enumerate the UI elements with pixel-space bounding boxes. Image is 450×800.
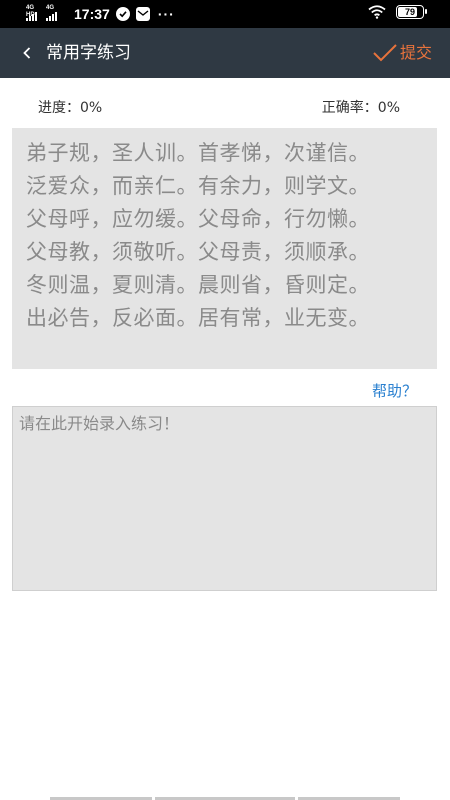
status-right: 79 bbox=[368, 5, 427, 19]
app-bar: 常用字练习 提交 bbox=[0, 28, 450, 78]
network-label-2: 4G bbox=[46, 5, 55, 11]
passage-line: 父母教，须敬听。父母责，须顺承。 bbox=[26, 240, 370, 264]
practice-passage: 弟子规，圣人训。首孝悌，次谨信。 泛爱众，而亲仁。有余力，则学文。 父母呼，应勿… bbox=[12, 128, 437, 369]
status-bar: 4G HD 4G 17:37 ··· 79 bbox=[0, 0, 450, 28]
more-notifications-icon: ··· bbox=[157, 6, 175, 22]
page-title: 常用字练习 bbox=[46, 43, 131, 63]
passage-line: 父母呼，应勿缓。父母命，行勿懒。 bbox=[26, 207, 370, 231]
chevron-left-icon bbox=[23, 47, 31, 59]
signal-icon-2: 4G bbox=[46, 5, 64, 21]
status-time: 17:37 bbox=[74, 6, 110, 22]
check-badge-icon bbox=[115, 7, 130, 21]
battery-level: 79 bbox=[404, 7, 415, 17]
help-link[interactable]: 帮助？ bbox=[372, 381, 417, 401]
back-button[interactable] bbox=[14, 40, 40, 66]
passage-line: 弟子规，圣人训。首孝悌，次谨信。 bbox=[26, 141, 370, 165]
progress-stat: 进度：0% bbox=[38, 98, 102, 118]
mail-icon bbox=[135, 7, 150, 21]
progress-value: 0% bbox=[80, 100, 103, 116]
accuracy-label: 正确率： bbox=[321, 100, 378, 116]
battery-icon: 79 bbox=[396, 5, 427, 19]
practice-input[interactable] bbox=[12, 406, 437, 591]
accuracy-value: 0% bbox=[377, 100, 400, 116]
status-left: 4G HD 4G 17:37 ··· bbox=[26, 4, 175, 24]
submit-label: 提交 bbox=[399, 43, 432, 62]
signal-icon-1: 4G HD bbox=[26, 5, 44, 21]
passage-line: 泛爱众，而亲仁。有余力，则学文。 bbox=[26, 174, 370, 198]
wifi-icon bbox=[368, 5, 386, 19]
progress-label: 进度： bbox=[38, 100, 80, 116]
passage-line: 出必告，反必面。居有常，业无变。 bbox=[26, 306, 370, 330]
checkmark-icon bbox=[373, 44, 397, 62]
passage-line: 冬则温，夏则清。晨则省，昏则定。 bbox=[26, 273, 370, 297]
accuracy-stat: 正确率：0% bbox=[322, 98, 400, 118]
submit-button[interactable]: 提交 bbox=[372, 40, 432, 66]
